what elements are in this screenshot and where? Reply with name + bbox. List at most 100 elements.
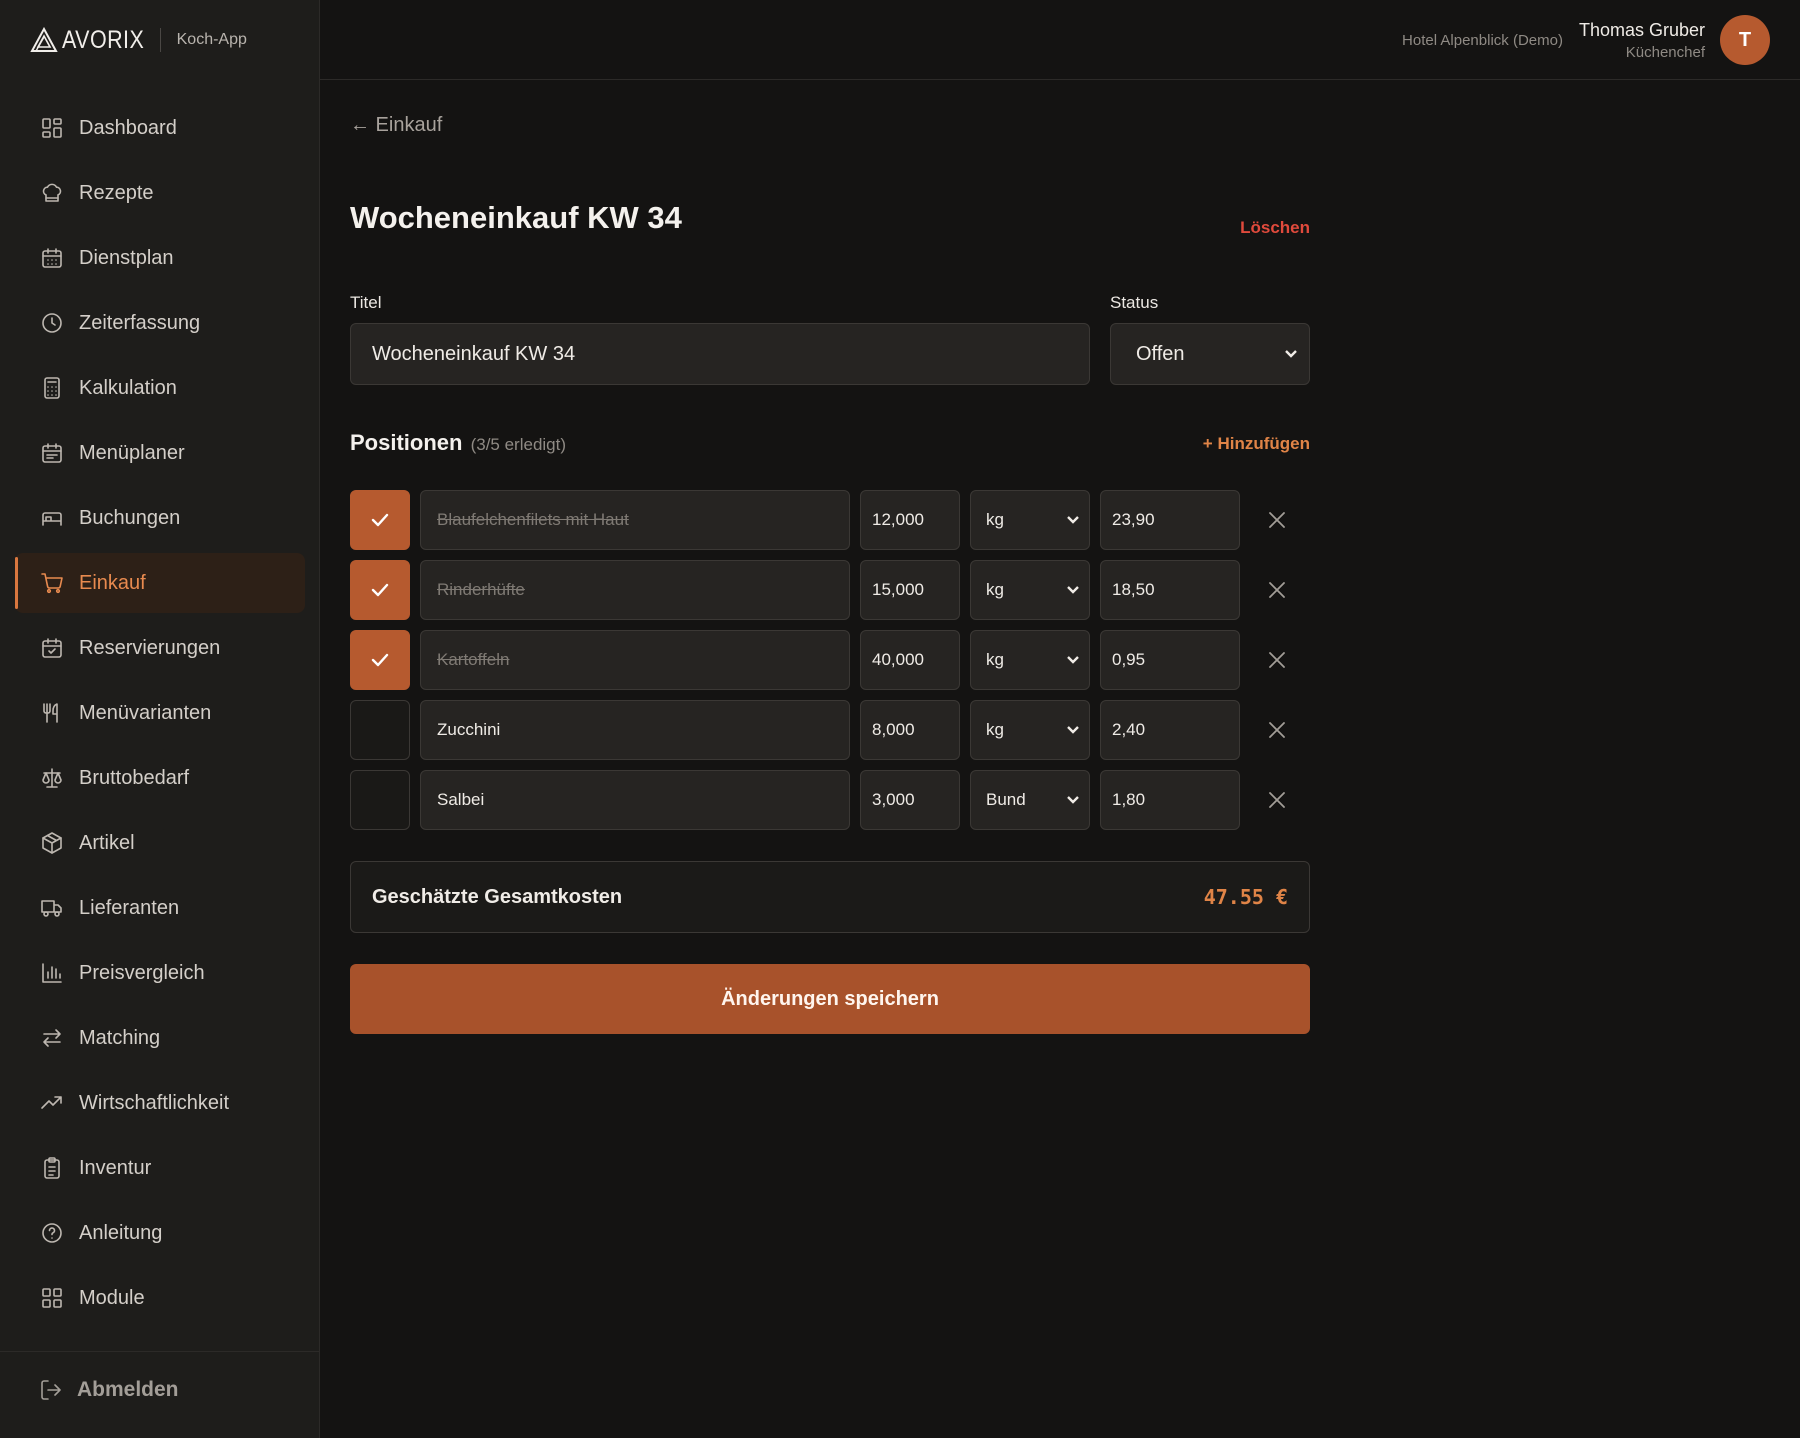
sidebar-item-rezepte[interactable]: Rezepte <box>15 163 305 223</box>
sidebar-item-einkauf[interactable]: Einkauf <box>15 553 305 613</box>
cart-icon <box>39 570 65 596</box>
help-circle-icon <box>39 1220 65 1246</box>
dashboard-icon <box>39 115 65 141</box>
unit-value: kg <box>986 720 1004 739</box>
position-checkbox[interactable] <box>350 490 410 550</box>
sidebar-item-label: Menüvarianten <box>79 701 212 724</box>
close-icon <box>1269 722 1285 738</box>
user-role: Küchenchef <box>1625 43 1705 61</box>
position-checkbox[interactable] <box>350 770 410 830</box>
remove-position-button[interactable] <box>1265 718 1289 742</box>
check-icon <box>371 583 389 597</box>
chevron-down-icon <box>1067 586 1079 594</box>
sidebar-item-menueplaner[interactable]: Menüplaner <box>15 423 305 483</box>
title-input-value: Wocheneinkauf KW 34 <box>372 342 576 365</box>
positions-count: (3/5 erledigt) <box>470 435 567 454</box>
remove-position-button[interactable] <box>1265 578 1289 602</box>
user-info[interactable]: Thomas Gruber Küchenchef <box>1579 20 1705 61</box>
brand-area: AVORIX Koch-App <box>0 0 320 80</box>
sidebar-item-buchungen[interactable]: Buchungen <box>15 488 305 548</box>
position-price-input[interactable]: 1,80 <box>1100 770 1240 830</box>
sidebar-item-reservierungen[interactable]: Reservierungen <box>15 618 305 678</box>
sidebar-item-label: Einkauf <box>79 571 146 594</box>
remove-position-button[interactable] <box>1265 508 1289 532</box>
position-qty-input[interactable]: 15,000 <box>860 560 960 620</box>
position-name-input[interactable]: Zucchini <box>420 700 850 760</box>
clock-icon <box>39 310 65 336</box>
logout-icon <box>41 1380 61 1400</box>
close-icon <box>1269 652 1285 668</box>
position-name-input[interactable]: Blaufelchenfilets mit Haut <box>420 490 850 550</box>
position-name-input[interactable]: Kartoffeln <box>420 630 850 690</box>
save-button[interactable]: Änderungen speichern <box>350 964 1310 1034</box>
position-unit-select[interactable]: Bund <box>970 770 1090 830</box>
title-input[interactable]: Wocheneinkauf KW 34 <box>350 323 1090 385</box>
chevron-down-icon <box>1067 516 1079 524</box>
sidebar-item-label: Bruttobedarf <box>79 766 190 789</box>
position-unit-select[interactable]: kg <box>970 560 1090 620</box>
sidebar-item-lieferanten[interactable]: Lieferanten <box>15 878 305 938</box>
positions-title: Positionen <box>350 430 463 455</box>
logout-button[interactable]: Abmelden <box>39 1378 179 1402</box>
check-icon <box>371 653 389 667</box>
sidebar-item-menuevarianten[interactable]: Menüvarianten <box>15 683 305 743</box>
position-checkbox[interactable] <box>350 630 410 690</box>
unit-value: Bund <box>986 790 1026 809</box>
add-position-button[interactable]: + Hinzufügen <box>1203 434 1310 454</box>
sidebar-item-dashboard[interactable]: Dashboard <box>15 98 305 158</box>
position-unit-select[interactable]: kg <box>970 630 1090 690</box>
brand-logo[interactable]: AVORIX <box>30 26 158 55</box>
status-field-label: Status <box>1110 293 1159 312</box>
bed-icon <box>39 505 65 531</box>
back-link[interactable]: ← Einkauf <box>350 114 442 137</box>
sidebar-item-module[interactable]: Module <box>15 1268 305 1328</box>
sidebar-item-anleitung[interactable]: Anleitung <box>15 1203 305 1263</box>
clipboard-icon <box>39 1155 65 1181</box>
app-name: Koch-App <box>176 31 247 48</box>
position-unit-select[interactable]: kg <box>970 490 1090 550</box>
chevron-down-icon <box>1285 350 1297 358</box>
position-price-input[interactable]: 23,90 <box>1100 490 1240 550</box>
position-qty-input[interactable]: 8,000 <box>860 700 960 760</box>
avatar[interactable]: T <box>1720 15 1770 65</box>
sidebar-item-bruttobedarf[interactable]: Bruttobedarf <box>15 748 305 808</box>
position-name-input[interactable]: Salbei <box>420 770 850 830</box>
position-name-input[interactable]: Rinderhüfte <box>420 560 850 620</box>
title-field-label: Titel <box>350 293 382 312</box>
position-price-input[interactable]: 2,40 <box>1100 700 1240 760</box>
sidebar-item-wirtschaftlichkeit[interactable]: Wirtschaftlichkeit <box>15 1073 305 1133</box>
sidebar-item-dienstplan[interactable]: Dienstplan <box>15 228 305 288</box>
sidebar-item-label: Menüplaner <box>79 441 185 464</box>
position-checkbox[interactable] <box>350 700 410 760</box>
sidebar-item-zeiterfassung[interactable]: Zeiterfassung <box>15 293 305 353</box>
chef-hat-icon <box>39 180 65 206</box>
remove-position-button[interactable] <box>1265 648 1289 672</box>
package-icon <box>39 830 65 856</box>
chevron-down-icon <box>1067 796 1079 804</box>
sidebar-item-preisvergleich[interactable]: Preisvergleich <box>15 943 305 1003</box>
utensils-icon <box>39 700 65 726</box>
position-checkbox[interactable] <box>350 560 410 620</box>
sidebar-nav: Dashboard Rezepte Dienstplan Zeiterfassu… <box>15 98 305 1333</box>
sidebar-item-label: Rezepte <box>79 181 154 204</box>
brand-divider <box>159 28 161 52</box>
position-row: Salbei 3,000 Bund 1,80 <box>350 770 1310 830</box>
position-qty-input[interactable]: 12,000 <box>860 490 960 550</box>
logout-label: Abmelden <box>77 1378 179 1401</box>
position-price-input[interactable]: 0,95 <box>1100 630 1240 690</box>
position-qty-input[interactable]: 40,000 <box>860 630 960 690</box>
sidebar: Dashboard Rezepte Dienstplan Zeiterfassu… <box>0 80 320 1438</box>
position-qty-input[interactable]: 3,000 <box>860 770 960 830</box>
position-row: Zucchini 8,000 kg 2,40 <box>350 700 1310 760</box>
status-select[interactable]: Offen <box>1110 323 1310 385</box>
position-price-input[interactable]: 18,50 <box>1100 560 1240 620</box>
position-row: Rinderhüfte 15,000 kg 18,50 <box>350 560 1310 620</box>
sidebar-item-matching[interactable]: Matching <box>15 1008 305 1068</box>
sidebar-item-artikel[interactable]: Artikel <box>15 813 305 873</box>
sidebar-item-inventur[interactable]: Inventur <box>15 1138 305 1198</box>
remove-position-button[interactable] <box>1265 788 1289 812</box>
position-unit-select[interactable]: kg <box>970 700 1090 760</box>
close-icon <box>1269 512 1285 528</box>
sidebar-item-kalkulation[interactable]: Kalkulation <box>15 358 305 418</box>
delete-button[interactable]: Löschen <box>1240 218 1310 238</box>
